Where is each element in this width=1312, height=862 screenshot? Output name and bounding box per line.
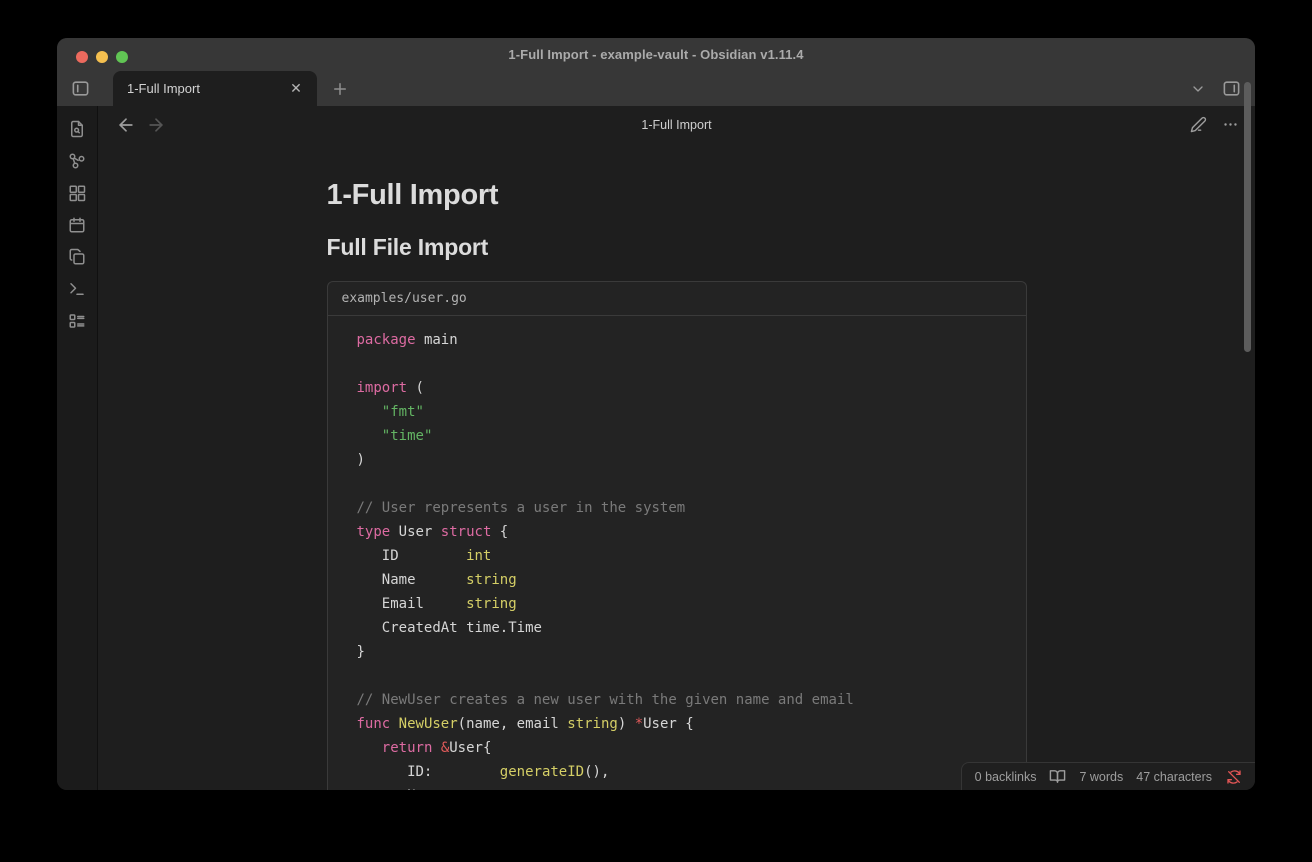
code-line: ): [357, 448, 1012, 472]
book-open-icon[interactable]: [1049, 768, 1066, 785]
code-line: ID: generateID(),: [357, 760, 1012, 784]
terminal-icon[interactable]: [68, 280, 86, 298]
chevron-down-icon[interactable]: [1190, 81, 1206, 97]
code-line: }: [357, 640, 1012, 664]
vertical-scrollbar[interactable]: [1244, 82, 1251, 352]
calendar-icon[interactable]: [68, 216, 86, 234]
code-line: func NewUser(name, email string) *User {: [357, 712, 1012, 736]
character-count: 47 characters: [1136, 770, 1212, 784]
copy-files-icon[interactable]: [68, 248, 86, 266]
traffic-lights: [76, 51, 128, 63]
tab-active[interactable]: 1-Full Import ✕: [113, 71, 317, 106]
code-line: "time": [357, 424, 1012, 448]
edit-pencil-icon[interactable]: [1189, 116, 1207, 134]
graph-icon[interactable]: [68, 152, 86, 170]
close-window-button[interactable]: [76, 51, 88, 63]
layout-list-icon[interactable]: [68, 312, 86, 330]
note-heading-1: 1-Full Import: [327, 179, 1027, 212]
zoom-window-button[interactable]: [116, 51, 128, 63]
backlinks-count[interactable]: 0 backlinks: [975, 770, 1037, 784]
code-line: import (: [357, 376, 1012, 400]
minimize-window-button[interactable]: [96, 51, 108, 63]
code-line: [357, 664, 1012, 688]
view-header-title: 1-Full Import: [98, 118, 1255, 132]
code-line: Email string: [357, 592, 1012, 616]
editor-pane: 1-Full Import 1-Full Import Full File Im…: [98, 106, 1255, 790]
word-count: 7 words: [1079, 770, 1123, 784]
code-lines: package main import ( "fmt" "time") // U…: [328, 316, 1026, 790]
code-line: return &User{: [357, 736, 1012, 760]
code-block: examples/user.go package main import ( "…: [327, 281, 1027, 790]
code-line: type User struct {: [357, 520, 1012, 544]
more-options-icon[interactable]: [1221, 116, 1239, 134]
titlebar: 1-Full Import - example-vault - Obsidian…: [57, 38, 1255, 71]
obsidian-window: 1-Full Import - example-vault - Obsidian…: [57, 38, 1255, 790]
code-line: CreatedAt time.Time: [357, 616, 1012, 640]
panel-left-toggle-icon[interactable]: [69, 71, 91, 106]
new-tab-plus-icon[interactable]: [329, 71, 351, 106]
code-line: // NewUser creates a new user with the g…: [357, 688, 1012, 712]
status-bar: 0 backlinks 7 words 47 characters: [961, 762, 1255, 790]
window-title: 1-Full Import - example-vault - Obsidian…: [508, 47, 803, 62]
code-line: Name string: [357, 568, 1012, 592]
code-block-filename: examples/user.go: [328, 282, 1026, 316]
arrow-right-icon[interactable]: [146, 115, 166, 135]
code-line: // User represents a user in the system: [357, 496, 1012, 520]
code-line: ID int: [357, 544, 1012, 568]
tab-bar: 1-Full Import ✕: [57, 71, 1255, 106]
arrow-left-icon[interactable]: [116, 115, 136, 135]
code-line: package main: [357, 328, 1012, 352]
tab-close-icon[interactable]: ✕: [287, 80, 305, 98]
code-line: [357, 352, 1012, 376]
code-line: Name: name,: [357, 784, 1012, 790]
ribbon: [57, 106, 98, 790]
panel-right-toggle-icon[interactable]: [1222, 79, 1241, 98]
layout-grid-icon[interactable]: [68, 184, 86, 202]
view-header: 1-Full Import: [98, 106, 1255, 143]
tab-label: 1-Full Import: [127, 81, 287, 96]
note-heading-2: Full File Import: [327, 234, 1027, 261]
code-line: [357, 472, 1012, 496]
code-line: "fmt": [357, 400, 1012, 424]
sync-off-icon[interactable]: [1225, 768, 1242, 785]
note-content: 1-Full Import Full File Import examples/…: [98, 143, 1255, 790]
file-search-icon[interactable]: [68, 120, 86, 138]
